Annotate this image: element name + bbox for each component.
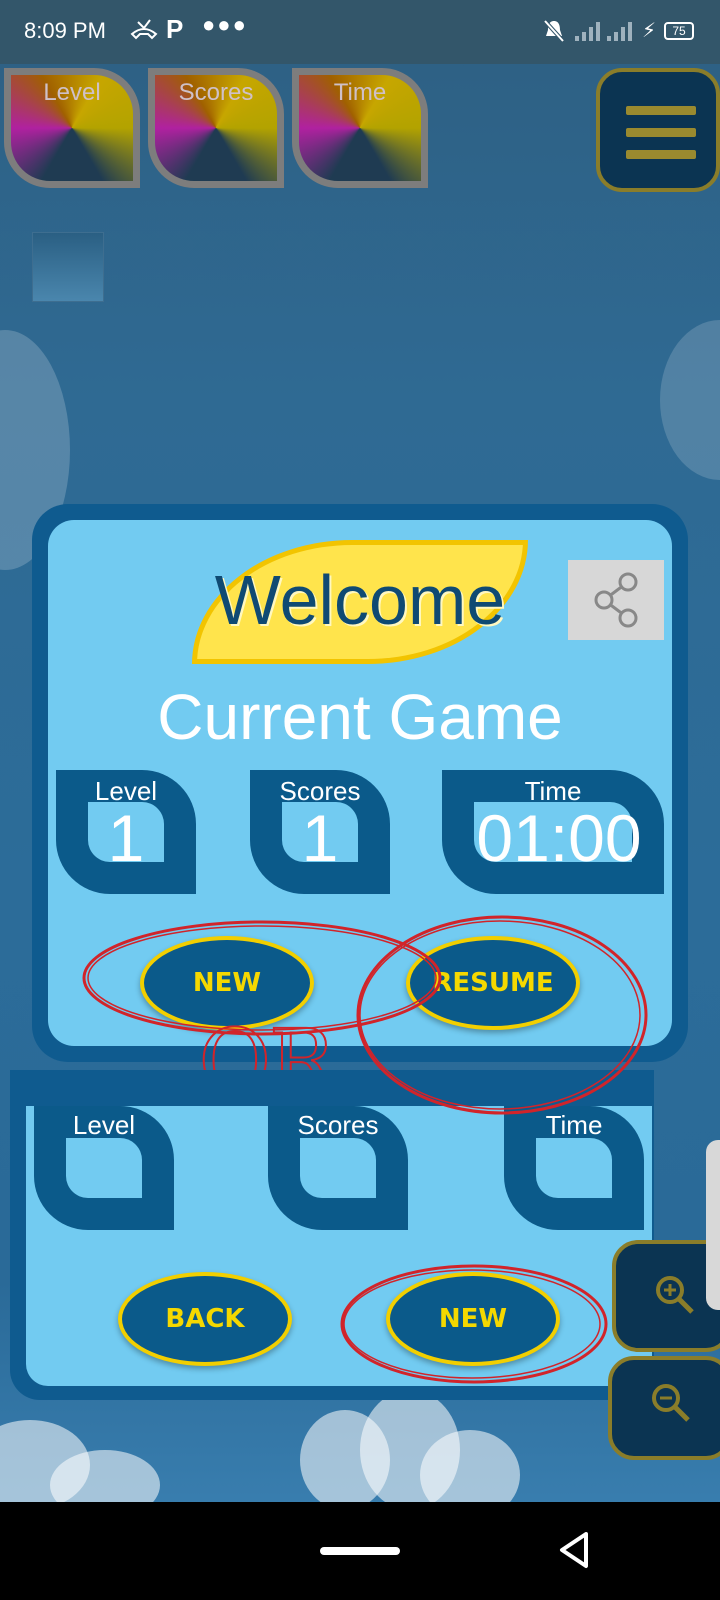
back-nav-icon[interactable] bbox=[556, 1530, 592, 1575]
welcome-title: Welcome bbox=[214, 561, 506, 639]
home-gesture-bar[interactable] bbox=[320, 1547, 400, 1555]
share-button[interactable] bbox=[568, 560, 664, 640]
mute-icon bbox=[542, 18, 566, 50]
zoom-in-button[interactable] bbox=[612, 1240, 720, 1352]
edge-panel-handle[interactable] bbox=[706, 1140, 720, 1310]
time-stat-value: 01:00 bbox=[476, 801, 642, 875]
level-stat-value: 1 bbox=[107, 801, 145, 875]
scores-stat-label: Scores bbox=[297, 1110, 379, 1140]
hamburger-menu-icon[interactable] bbox=[596, 68, 720, 192]
battery-icon: 75 bbox=[664, 22, 694, 40]
background-cloud bbox=[660, 320, 720, 480]
status-bar: 8:09 PM P ●●● ⚡ 75 bbox=[0, 0, 720, 64]
hud-level-tile: Level bbox=[4, 68, 140, 188]
scores-stat-value: 1 bbox=[301, 801, 339, 875]
signal-icon bbox=[606, 20, 632, 48]
share-icon bbox=[594, 572, 638, 628]
preview-thumbnail bbox=[32, 232, 104, 302]
charging-icon: ⚡ bbox=[642, 20, 657, 42]
back-button[interactable]: BACK bbox=[118, 1272, 292, 1366]
hud-time-label: Time bbox=[333, 79, 387, 106]
hud-time-tile: Time bbox=[292, 68, 428, 188]
hud-level-label: Level bbox=[43, 79, 101, 106]
level-stat-label: Level bbox=[72, 1110, 136, 1140]
parking-app-icon: P bbox=[166, 14, 184, 44]
signal-icon bbox=[574, 20, 600, 48]
hud-scores-tile: Scores bbox=[148, 68, 284, 188]
zoom-out-button[interactable] bbox=[608, 1356, 720, 1460]
new-game-button[interactable]: NEW bbox=[386, 1272, 560, 1366]
missed-call-icon bbox=[130, 18, 158, 48]
status-time: 8:09 PM bbox=[24, 18, 106, 43]
current-game-title: Current Game bbox=[157, 681, 563, 753]
more-dots-icon: ●●● bbox=[202, 12, 248, 37]
zoom-out-icon bbox=[648, 1380, 692, 1435]
time-stat-label: Time bbox=[545, 1110, 603, 1140]
zoom-in-icon bbox=[652, 1272, 696, 1327]
resume-button[interactable]: RESUME bbox=[406, 936, 580, 1030]
hud-scores-label: Scores bbox=[178, 79, 254, 106]
